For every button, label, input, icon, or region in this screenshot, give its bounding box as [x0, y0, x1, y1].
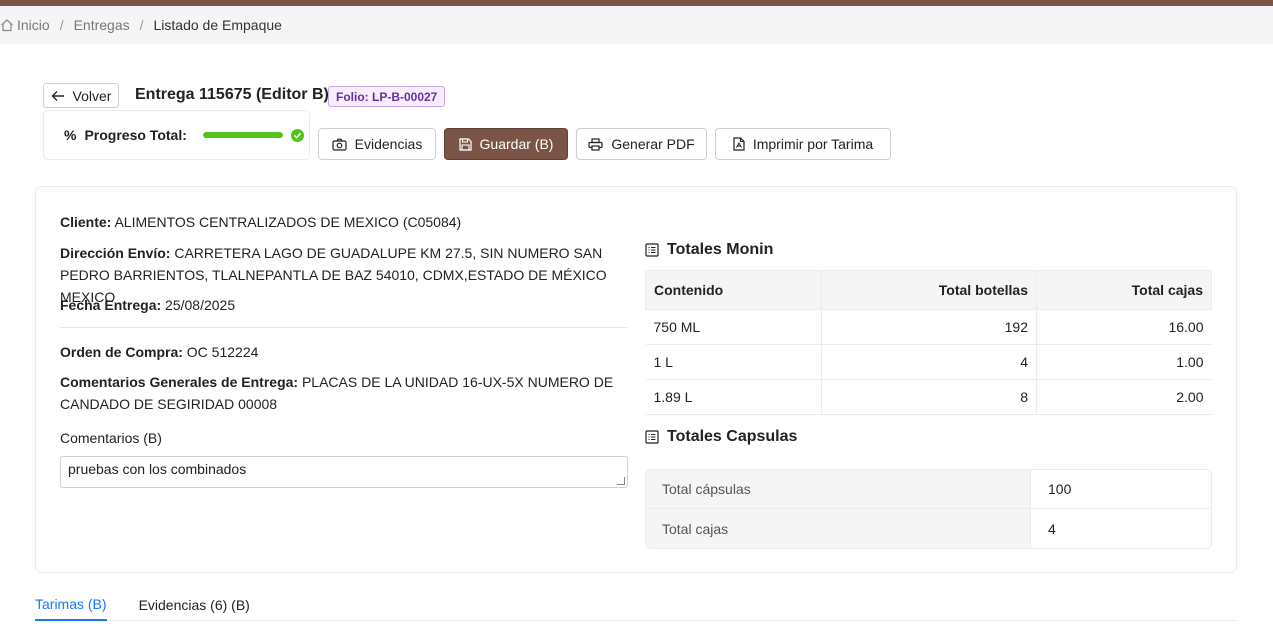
back-button[interactable]: Volver: [43, 83, 119, 108]
table-cell-key: Total cajas: [646, 509, 1031, 548]
column-header: Total cajas: [1036, 270, 1212, 310]
breadcrumb-current: Listado de Empaque: [153, 17, 282, 33]
progress-label: Progreso Total:: [84, 127, 187, 143]
totales-capsulas-title: Totales Capsulas: [667, 428, 798, 445]
check-circle-icon: [290, 128, 304, 142]
evidencias-button-label: Evidencias: [354, 136, 423, 152]
save-button-label: Guardar (B): [479, 136, 554, 152]
list-table-icon: [645, 243, 659, 257]
purchase-order-info: Orden de Compra: OC 512224: [60, 341, 258, 363]
purchase-order-value: OC 512224: [186, 344, 259, 360]
table-row: Total cápsulas 100: [646, 470, 1211, 509]
table-row: Total cajas 4: [646, 509, 1211, 548]
breadcrumb-home[interactable]: Inicio: [0, 17, 50, 33]
totales-monin-heading: Totales Monin: [645, 241, 773, 259]
breadcrumb-entregas[interactable]: Entregas: [74, 17, 130, 33]
back-button-label: Volver: [72, 87, 112, 104]
table-cell: 750 ML: [645, 309, 822, 345]
client-value: ALIMENTOS CENTRALIZADOS DE MEXICO (C0508…: [114, 214, 462, 230]
tab-evidencias[interactable]: Evidencias (6) (B): [139, 588, 250, 621]
table-row: 750 ML 192 16.00: [645, 309, 1212, 345]
delivery-date-info: Fecha Entrega: 25/08/2025: [60, 294, 235, 316]
table-cell: 1 L: [645, 344, 822, 380]
table-row: 1.89 L 8 2.00: [645, 379, 1212, 415]
column-header: Contenido: [645, 270, 822, 310]
client-info: Cliente: ALIMENTOS CENTRALIZADOS DE MEXI…: [60, 211, 461, 233]
folio-badge: Folio: LP-B-00027: [328, 86, 446, 107]
table-cell: 16.00: [1036, 309, 1212, 345]
resize-handle[interactable]: [617, 477, 625, 485]
totales-capsulas-table: Total cápsulas 100 Total cajas 4: [645, 469, 1212, 549]
save-button[interactable]: Guardar (B): [444, 128, 568, 160]
table-cell: 8: [821, 379, 1037, 415]
evidencias-button[interactable]: Evidencias: [318, 128, 436, 160]
table-cell: 4: [821, 344, 1037, 380]
progress-bar: [202, 132, 283, 138]
divider: [60, 327, 627, 328]
breadcrumb-separator: /: [139, 17, 144, 33]
table-cell-value: 100: [1048, 481, 1072, 497]
generate-pdf-button-label: Generar PDF: [611, 136, 695, 152]
print-by-pallet-button[interactable]: Imprimir por Tarima: [715, 128, 891, 160]
percent-icon: %: [64, 127, 77, 143]
save-icon: [458, 137, 472, 151]
tab-tarimas[interactable]: Tarimas (B): [35, 588, 107, 621]
table-header-row: Contenido Total botellas Total cajas: [645, 270, 1212, 310]
list-table-icon: [645, 430, 659, 444]
breadcrumb: Inicio / Entregas / Listado de Empaque: [0, 6, 1273, 44]
table-cell-value: 4: [1048, 520, 1056, 537]
general-comments-info: Comentarios Generales de Entrega: PLACAS…: [60, 371, 620, 415]
printer-icon: [588, 137, 603, 151]
table-cell: 1.00: [1036, 344, 1212, 380]
general-comments-label: Comentarios Generales de Entrega:: [60, 374, 299, 390]
comments-textarea-value: pruebas con los combinados: [68, 461, 247, 477]
generate-pdf-button[interactable]: Generar PDF: [576, 128, 707, 160]
breadcrumb-separator: /: [59, 17, 64, 33]
table-cell-key: Total cápsulas: [646, 470, 1031, 508]
comments-label: Comentarios (B): [60, 430, 162, 446]
totales-capsulas-heading: Totales Capsulas: [645, 428, 797, 446]
progress-card: % Progreso Total:: [43, 110, 310, 160]
home-icon: [1, 19, 13, 32]
print-by-pallet-button-label: Imprimir por Tarima: [752, 136, 874, 152]
comments-textarea[interactable]: pruebas con los combinados: [60, 456, 628, 488]
totales-monin-title: Totales Monin: [667, 241, 774, 258]
table-cell: 1.89 L: [645, 379, 822, 415]
camera-icon: [332, 138, 347, 151]
delivery-date-value: 25/08/2025: [165, 297, 236, 313]
column-header: Total botellas: [821, 270, 1037, 310]
progress-bar-fill: [202, 132, 283, 138]
table-row: 1 L 4 1.00: [645, 344, 1212, 380]
client-label: Cliente:: [60, 214, 112, 230]
delivery-date-label: Fecha Entrega:: [60, 297, 162, 313]
table-cell: 192: [821, 309, 1037, 345]
totales-monin-table: Contenido Total botellas Total cajas 750…: [645, 270, 1212, 415]
pdf-file-icon: [733, 137, 745, 151]
page-title: Entrega 115675 (Editor B): [135, 86, 329, 103]
address-label: Dirección Envío:: [60, 245, 171, 261]
purchase-order-label: Orden de Compra:: [60, 344, 183, 360]
arrow-left-icon: [51, 90, 64, 101]
breadcrumb-home-label: Inicio: [17, 17, 50, 33]
table-cell: 2.00: [1036, 379, 1212, 415]
tab-bar: Tarimas (B) Evidencias (6) (B): [35, 588, 1237, 621]
